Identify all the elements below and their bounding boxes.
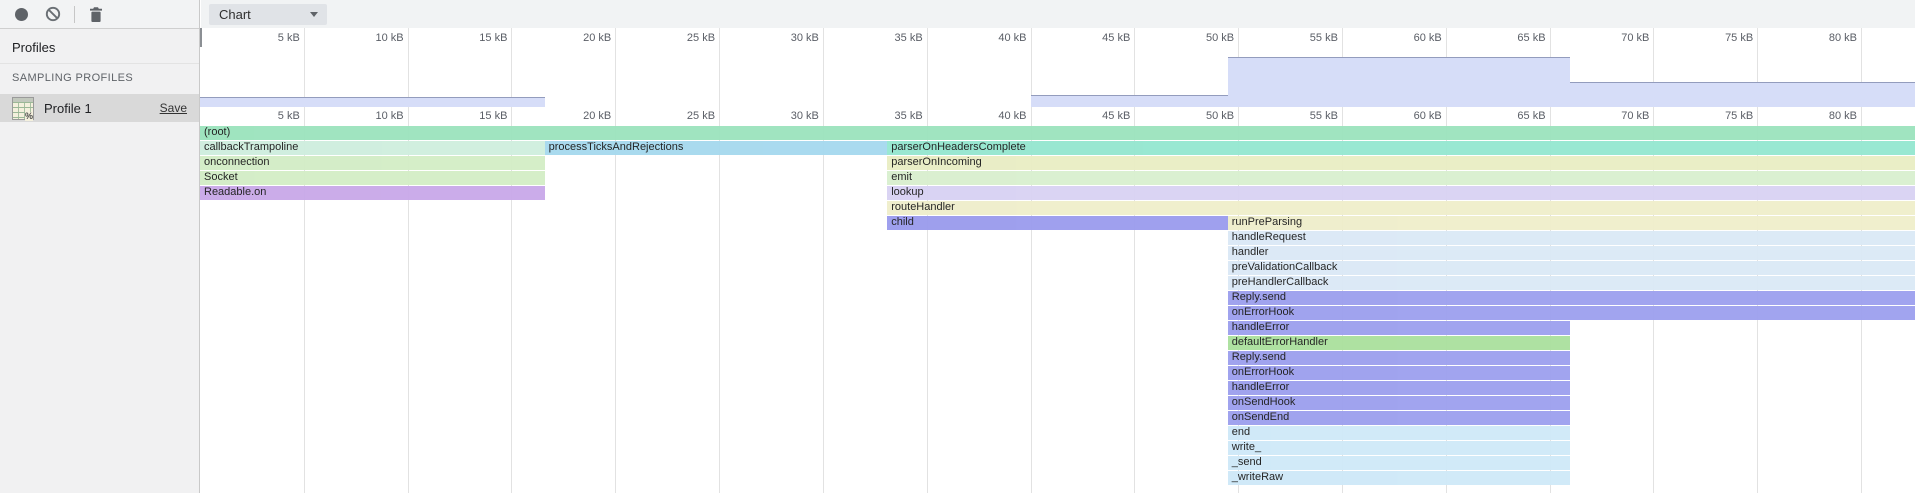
clear-profiles-button[interactable] — [44, 5, 62, 23]
tick-label: 10 kB — [375, 110, 407, 122]
overview-step[interactable] — [1228, 57, 1571, 107]
tick-label: 35 kB — [895, 110, 927, 122]
save-profile-link[interactable]: Save — [160, 101, 187, 115]
gridline — [615, 107, 616, 493]
tick-label: 25 kB — [687, 32, 719, 44]
tick-label: 10 kB — [375, 32, 407, 44]
tick-label: 40 kB — [998, 32, 1030, 44]
delete-profile-button[interactable] — [87, 5, 105, 23]
tick-label: 65 kB — [1517, 32, 1549, 44]
flame-bar-reply-send[interactable]: Reply.send — [1228, 351, 1571, 365]
tick-label: 55 kB — [1310, 110, 1342, 122]
flame-bar-parseronheaderscomplete[interactable]: parserOnHeadersComplete — [887, 141, 1915, 155]
flame-bar--writeraw[interactable]: _writeRaw — [1228, 471, 1571, 485]
tick-label: 80 kB — [1829, 32, 1861, 44]
gridline — [511, 28, 512, 107]
gridline — [823, 28, 824, 107]
tick-label: 45 kB — [1102, 110, 1134, 122]
tick-label: 40 kB — [998, 110, 1030, 122]
tick-label: 5 kB — [278, 32, 304, 44]
tick-label: 20 kB — [583, 32, 615, 44]
spreadsheet-percent-icon: % — [12, 97, 34, 120]
flame-bar-handleerror[interactable]: handleError — [1228, 321, 1571, 335]
tick-label: 70 kB — [1621, 110, 1653, 122]
flame-bar-child[interactable]: child — [887, 216, 1228, 230]
tick-label: 75 kB — [1725, 32, 1757, 44]
overview-left-scrollbar[interactable] — [200, 28, 202, 47]
tick-label: 30 kB — [791, 32, 823, 44]
gridline — [719, 107, 720, 493]
sidebar-section-label: SAMPLING PROFILES — [0, 63, 199, 84]
sidebar-title: Profiles — [12, 40, 55, 55]
flame-bar-reply-send[interactable]: Reply.send — [1228, 291, 1915, 305]
tick-label: 70 kB — [1621, 32, 1653, 44]
chart-toolbar: Chart — [201, 0, 1915, 28]
tick-label: 80 kB — [1829, 110, 1861, 122]
flame-bar-onsendhook[interactable]: onSendHook — [1228, 396, 1571, 410]
gridline — [408, 28, 409, 107]
toolbar-divider — [74, 6, 75, 23]
tick-label: 35 kB — [895, 32, 927, 44]
profiles-toolbar — [0, 0, 199, 29]
sidebar-item-profile-1[interactable]: % Profile 1 Save — [0, 94, 199, 122]
tick-label: 75 kB — [1725, 110, 1757, 122]
view-mode-value: Chart — [209, 7, 310, 22]
flame-bar-defaulterrorhandler[interactable]: defaultErrorHandler — [1228, 336, 1571, 350]
flame-bar--root-[interactable]: (root) — [200, 126, 1915, 140]
flame-bar-prevalidationcallback[interactable]: preValidationCallback — [1228, 261, 1915, 275]
flame-bar-emit[interactable]: emit — [887, 171, 1915, 185]
tick-label: 60 kB — [1414, 110, 1446, 122]
flame-bar-runpreparsing[interactable]: runPreParsing — [1228, 216, 1915, 230]
tick-label: 25 kB — [687, 110, 719, 122]
overview-step[interactable] — [1031, 95, 1228, 107]
flame-bar-handlerequest[interactable]: handleRequest — [1228, 231, 1915, 245]
gridline — [927, 28, 928, 107]
tick-label: 15 kB — [479, 110, 511, 122]
block-circle-icon — [45, 6, 61, 22]
overview-step[interactable] — [1570, 82, 1915, 107]
flame-chart[interactable]: 5 kB 10 kB 15 kB 20 kB 25 kB 30 kB 35 kB 40 kB 4… — [200, 107, 1915, 493]
tick-label: 5 kB — [278, 110, 304, 122]
gridline — [304, 28, 305, 107]
flame-bar-onerrorhook[interactable]: onErrorHook — [1228, 366, 1571, 380]
flame-bar-parseronincoming[interactable]: parserOnIncoming — [887, 156, 1915, 170]
tick-label: 65 kB — [1517, 110, 1549, 122]
flame-bar-routehandler[interactable]: routeHandler — [887, 201, 1915, 215]
gridline — [615, 28, 616, 107]
profile-name: Profile 1 — [44, 101, 160, 116]
profiler-window: Profiles SAMPLING PROFILES % Profile 1 S… — [0, 0, 1915, 493]
view-mode-select[interactable]: Chart — [209, 4, 327, 25]
flame-bar-write-[interactable]: write_ — [1228, 441, 1571, 455]
tick-label: 60 kB — [1414, 32, 1446, 44]
flame-bar-onconnection[interactable]: onconnection — [200, 156, 545, 170]
profiles-sidebar: Profiles SAMPLING PROFILES % Profile 1 S… — [0, 0, 200, 493]
record-icon — [15, 8, 28, 21]
flame-bar-readable-on[interactable]: Readable.on — [200, 186, 545, 200]
tick-label: 30 kB — [791, 110, 823, 122]
flame-bar-prehandlercallback[interactable]: preHandlerCallback — [1228, 276, 1915, 290]
tick-label: 55 kB — [1310, 32, 1342, 44]
flame-bar-end[interactable]: end — [1228, 426, 1571, 440]
tick-label: 50 kB — [1206, 110, 1238, 122]
tick-label: 20 kB — [583, 110, 615, 122]
gridline — [823, 107, 824, 493]
flame-bar-onerrorhook[interactable]: onErrorHook — [1228, 306, 1915, 320]
tick-label: 15 kB — [479, 32, 511, 44]
flame-bar--send[interactable]: _send — [1228, 456, 1571, 470]
trash-icon — [88, 6, 104, 23]
flame-bar-handler[interactable]: handler — [1228, 246, 1915, 260]
tick-label: 45 kB — [1102, 32, 1134, 44]
record-button[interactable] — [12, 5, 30, 23]
chevron-down-icon — [310, 12, 318, 17]
gridline — [719, 28, 720, 107]
flame-bar-callbacktrampoline[interactable]: callbackTrampoline — [200, 141, 545, 155]
flame-bar-socket[interactable]: Socket — [200, 171, 545, 185]
flame-bar-processticksandrejections[interactable]: processTicksAndRejections — [545, 141, 888, 155]
allocation-overview[interactable]: 5 kB 10 kB 15 kB 20 kB 25 kB 30 kB 35 kB 40 kB 4… — [200, 28, 1915, 107]
tick-label: 50 kB — [1206, 32, 1238, 44]
overview-step[interactable] — [200, 97, 545, 107]
flame-bar-lookup[interactable]: lookup — [887, 186, 1915, 200]
flame-bar-handleerror[interactable]: handleError — [1228, 381, 1571, 395]
flame-bar-onsendend[interactable]: onSendEnd — [1228, 411, 1571, 425]
